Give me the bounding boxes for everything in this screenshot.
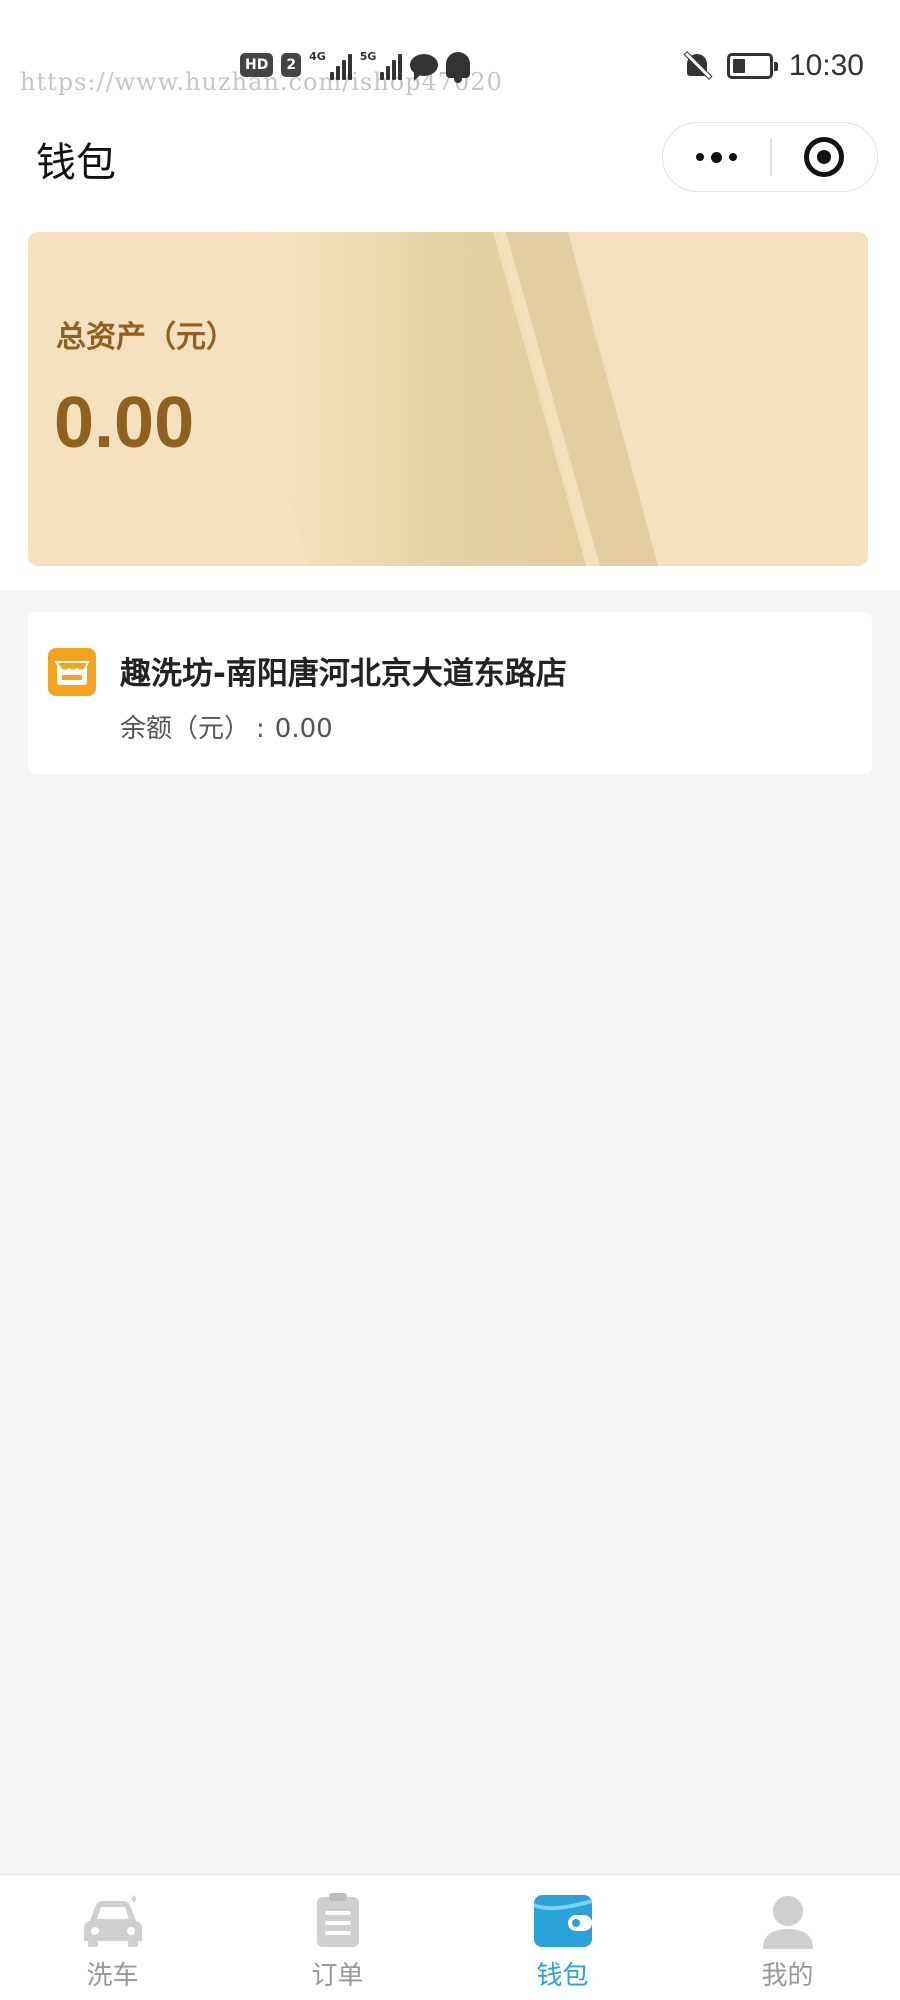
store-name: 趣洗坊-南阳唐河北京大道东路店 [120,656,567,692]
status-bar: https://www.huzhan.com/ishop47020 HD 2 4… [0,0,900,110]
car-icon [80,1891,146,1951]
tab-label: 订单 [311,1961,364,1991]
battery-icon [726,53,778,79]
more-button[interactable] [663,123,770,191]
tab-orders[interactable]: 订单 [225,1875,450,2000]
hd-badge: HD [240,53,274,77]
total-asset-label: 总资产（元） [56,320,236,355]
signal-4g-icon: 4G [309,50,352,80]
asset-section: 总资产（元） 0.00 [0,220,900,590]
tab-profile[interactable]: 我的 [675,1875,900,2000]
chat-bubble-icon [410,54,439,81]
order-icon [305,1891,371,1951]
tab-wallet[interactable]: 钱包 [450,1875,675,2000]
store-balance-label: 余额（元） [120,714,251,744]
store-balance-value: 0.00 [274,714,333,744]
total-asset-card: 总资产（元） 0.00 [28,232,868,566]
store-balance-card[interactable]: 趣洗坊-南阳唐河北京大道东路店 余额（元）:0.00 [28,612,872,774]
notification-bell-icon [446,52,471,83]
sim-badge: 2 [281,53,302,77]
tab-label: 我的 [761,1961,814,1991]
close-mini-program-button[interactable] [772,123,878,191]
store-balance: 余额（元）:0.00 [120,708,333,745]
status-left-icons: HD 2 4G 5G [240,48,471,83]
tab-label: 洗车 [86,1961,139,1991]
more-dots-icon [696,153,704,161]
page-title: 钱包 [36,140,116,186]
mini-program-capsule [662,122,878,192]
user-icon [755,1891,821,1951]
mute-bell-icon [683,52,712,80]
target-circle-icon [804,137,845,177]
wallet-page: https://www.huzhan.com/ishop47020 HD 2 4… [0,0,900,2000]
store-icon [48,648,96,696]
signal-5g-icon: 5G [360,50,403,80]
total-asset-value: 0.00 [54,383,195,463]
bottom-tab-bar: 洗车 订单 钱包 我的 [0,1874,900,2000]
tab-car-wash[interactable]: 洗车 [0,1875,225,2000]
store-balance-separator: : [256,714,265,744]
nav-bar: 钱包 [0,110,900,220]
wallet-icon [530,1891,596,1951]
tab-label: 钱包 [536,1961,589,1991]
status-time: 10:30 [788,49,864,82]
status-right-icons: 10:30 [683,48,864,84]
